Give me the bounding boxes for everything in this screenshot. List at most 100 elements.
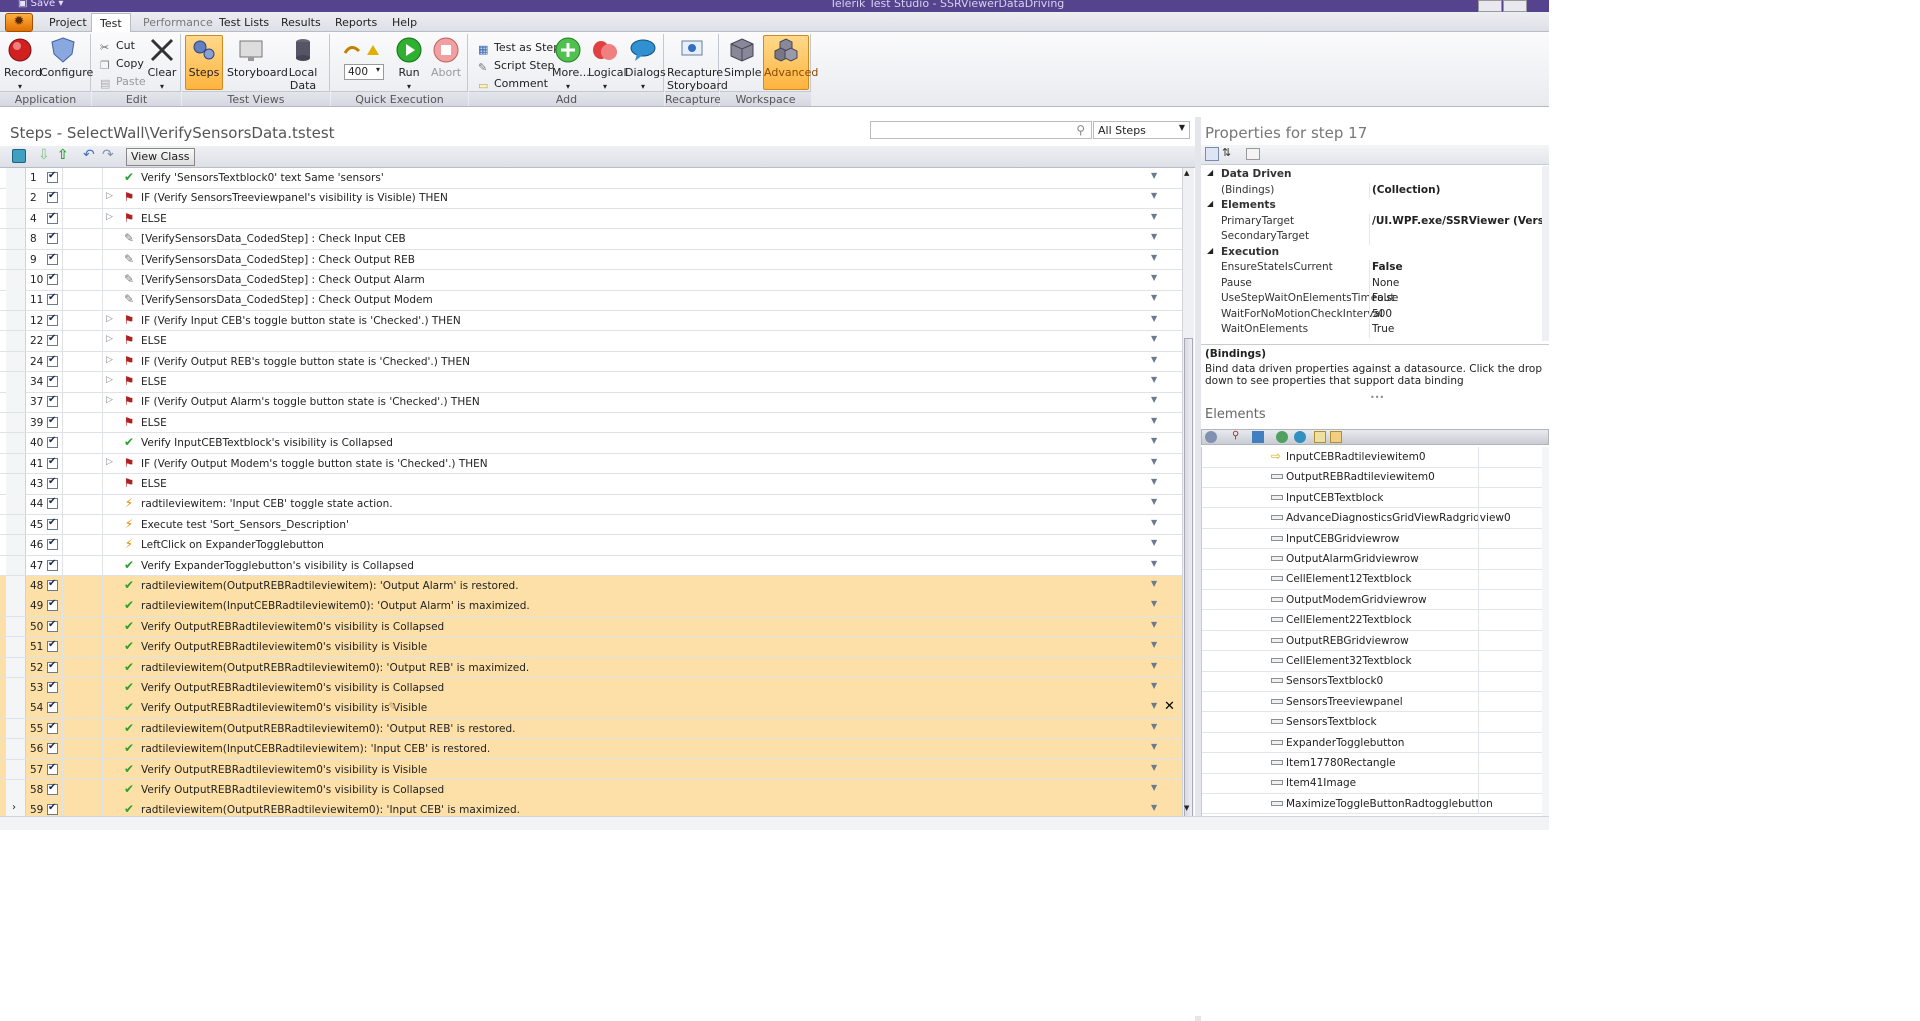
categorized-icon[interactable] — [1205, 147, 1219, 161]
tab-performance[interactable]: Performance — [143, 16, 213, 29]
step-row[interactable]: 10 ✎ [VerifySensorsData_CodedStep] : Check… — [0, 270, 1182, 291]
element-tree-icon[interactable] — [1252, 431, 1264, 443]
step-row[interactable]: 50 ✔ Verify OutputREBRadtileviewitem0's vi… — [0, 616, 1182, 638]
step-enabled-checkbox[interactable] — [47, 639, 58, 653]
row-selector[interactable] — [6, 290, 26, 310]
step-row[interactable]: 52 ✔ radtileviewitem(OutputREBRadtileviewi… — [0, 657, 1182, 679]
row-selector[interactable] — [6, 310, 26, 331]
row-selector[interactable]: › — [6, 800, 26, 816]
add-step-icon[interactable] — [12, 149, 26, 163]
tab-test-lists[interactable]: Test Lists — [219, 16, 269, 29]
property-row[interactable]: SecondaryTarget — [1201, 229, 1543, 245]
step-enabled-checkbox[interactable] — [47, 374, 58, 387]
tab-help[interactable]: Help — [392, 16, 417, 29]
clear-button[interactable]: Clear ▾ — [146, 36, 178, 92]
row-selector[interactable] — [6, 392, 26, 412]
chevron-down-icon[interactable]: ▼ — [1151, 232, 1157, 241]
splitter-grip[interactable]: ••• — [1370, 393, 1384, 402]
step-enabled-checkbox[interactable] — [47, 252, 58, 265]
record-button[interactable]: Record ▾ — [4, 36, 42, 92]
step-row[interactable]: 44 ⚡ radtileviewitem: 'Input CEB' toggle s… — [0, 494, 1182, 515]
recapture-storyboard-button[interactable]: Recapture Storyboard — [667, 36, 728, 92]
chevron-down-icon[interactable]: ▼ — [1151, 395, 1157, 404]
property-row[interactable]: WaitForNoMotionCheckInterval 500 — [1201, 306, 1543, 322]
advanced-workspace-button[interactable]: Advanced — [763, 35, 818, 90]
row-selector[interactable] — [6, 678, 26, 698]
row-selector[interactable] — [6, 208, 26, 229]
row-selector[interactable] — [6, 698, 26, 718]
step-row[interactable]: 34 ▷ ⚑ ELSE ▼ — [0, 372, 1182, 393]
element-item[interactable]: MaximizeToggleButtonRadtogglebutton — [1202, 793, 1542, 815]
step-row[interactable]: 9 ✎ [VerifySensorsData_CodedStep] : Check … — [0, 249, 1182, 271]
step-enabled-checkbox[interactable] — [47, 354, 58, 367]
expand-icon[interactable]: ▷ — [106, 395, 113, 405]
step-enabled-checkbox[interactable] — [47, 537, 58, 551]
step-enabled-checkbox[interactable] — [47, 741, 58, 755]
chevron-down-icon[interactable]: ▼ — [1151, 742, 1157, 751]
expand-icon[interactable]: ▷ — [106, 212, 113, 222]
row-selector[interactable] — [6, 270, 26, 290]
step-enabled-checkbox[interactable] — [47, 762, 58, 775]
properties-scrollbar[interactable] — [1542, 166, 1549, 341]
step-enabled-checkbox[interactable] — [47, 435, 58, 449]
property-row[interactable]: UseStepWaitOnElementsTimeout False — [1201, 291, 1543, 307]
globe-icon[interactable] — [1294, 431, 1306, 443]
steps-search-input[interactable]: ⚲ — [870, 121, 1092, 139]
step-enabled-checkbox[interactable] — [47, 517, 58, 530]
property-value[interactable]: None — [1372, 277, 1542, 289]
element-item[interactable]: ⇨ InputCEBRadtileviewitem0 — [1202, 447, 1542, 468]
collapse-icon[interactable]: ◢ — [1207, 199, 1213, 208]
chevron-down-icon[interactable]: ▼ — [1151, 579, 1157, 588]
row-selector[interactable] — [6, 229, 26, 249]
chevron-down-icon[interactable]: ▼ — [1151, 334, 1157, 343]
minimize-button[interactable] — [1478, 0, 1502, 12]
chevron-down-icon[interactable]: ▼ — [1151, 681, 1157, 690]
step-enabled-checkbox[interactable] — [47, 782, 58, 795]
element-item[interactable]: ExpanderTogglebutton — [1202, 732, 1542, 754]
property-row[interactable]: (Bindings) (Collection) — [1201, 182, 1543, 198]
chevron-down-icon[interactable]: ▼ — [1151, 538, 1157, 547]
step-row[interactable]: › 59 ✔ radtileviewitem(OutputREBRadtileview… — [0, 800, 1182, 816]
element-item[interactable]: OutputAlarmGridviewrow — [1202, 549, 1542, 570]
element-item[interactable]: Item17780Rectangle — [1202, 753, 1542, 774]
edit-pencil-icon[interactable]: ✎ — [388, 700, 397, 713]
step-row[interactable]: 22 ▷ ⚑ ELSE ▼ — [0, 331, 1182, 352]
refresh-icon[interactable] — [1276, 431, 1288, 443]
step-enabled-checkbox[interactable] — [47, 598, 58, 612]
step-row[interactable]: 8 ✎ [VerifySensorsData_CodedStep] : Check … — [0, 229, 1182, 250]
collapse-icon[interactable]: ◢ — [1207, 246, 1213, 255]
element-item[interactable]: InputCEBGridviewrow — [1202, 528, 1542, 550]
step-enabled-checkbox[interactable] — [47, 333, 58, 347]
row-selector[interactable] — [6, 718, 26, 739]
row-selector[interactable] — [6, 453, 26, 474]
property-value[interactable]: False — [1372, 261, 1542, 273]
step-enabled-checkbox[interactable] — [47, 619, 58, 632]
element-item[interactable]: SensorsTextblock0 — [1202, 671, 1542, 692]
row-selector[interactable] — [6, 637, 26, 657]
step-enabled-checkbox[interactable] — [47, 211, 58, 224]
row-selector[interactable] — [6, 474, 26, 494]
chevron-down-icon[interactable]: ▼ — [1151, 722, 1157, 731]
expand-icon[interactable]: ▷ — [106, 334, 113, 344]
row-selector[interactable] — [6, 576, 26, 596]
step-enabled-checkbox[interactable] — [47, 802, 58, 816]
undo-icon[interactable]: ↶ — [83, 147, 95, 163]
row-selector[interactable] — [6, 433, 26, 453]
element-item[interactable]: OutputREBRadtileviewitem0 — [1202, 467, 1542, 488]
step-enabled-checkbox[interactable] — [47, 170, 58, 183]
run-button[interactable]: Run ▾ — [393, 36, 425, 92]
step-row[interactable]: 51 ✔ Verify OutputREBRadtileviewitem0's vi… — [0, 637, 1182, 658]
chevron-down-icon[interactable]: ▼ — [1151, 293, 1157, 302]
elements-scrollbar[interactable] — [1542, 447, 1549, 816]
dialogs-button[interactable]: Dialogs ▾ — [625, 36, 666, 92]
element-settings-icon[interactable] — [1205, 431, 1217, 443]
step-row[interactable]: 2 ▷ ⚑ IF (Verify SensorsTreeviewpanel's vis… — [0, 188, 1182, 209]
view-class-button[interactable]: View Class — [126, 148, 195, 166]
step-enabled-checkbox[interactable] — [47, 496, 58, 510]
row-selector[interactable] — [6, 535, 26, 555]
row-selector[interactable] — [6, 555, 26, 576]
step-row[interactable]: 4 ▷ ⚑ ELSE ▼ — [0, 208, 1182, 230]
element-item[interactable]: SensorsTextblock — [1202, 712, 1542, 733]
row-selector[interactable] — [6, 351, 26, 372]
element-item[interactable]: CellElement12Textblock — [1202, 569, 1542, 590]
